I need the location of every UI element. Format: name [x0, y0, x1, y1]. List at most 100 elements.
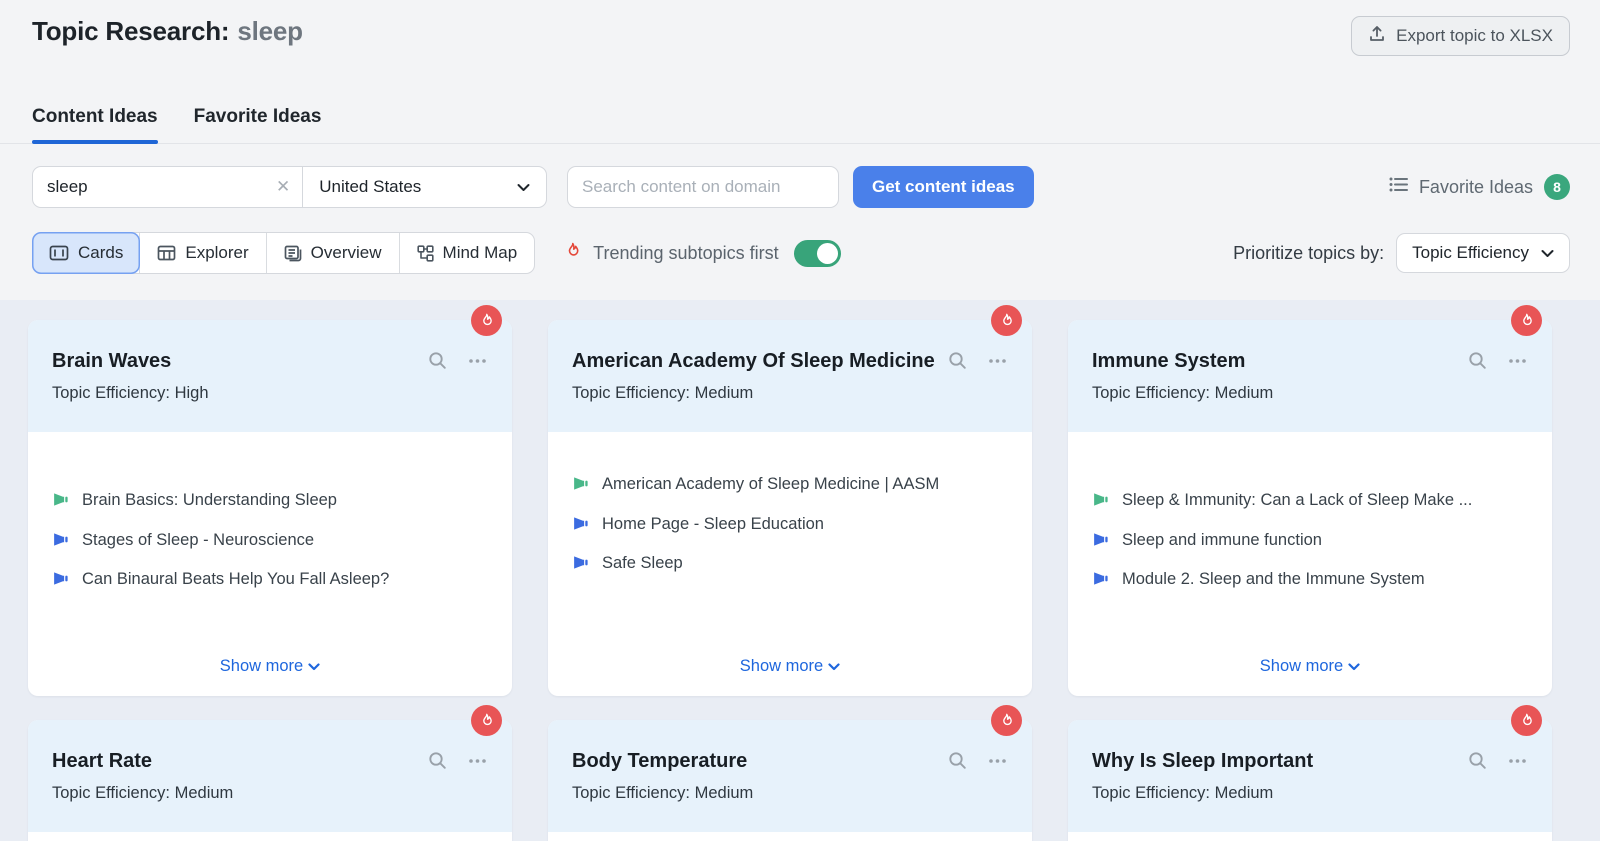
idea-item[interactable]: Sleep & Immunity: Can a Lack of Sleep Ma… [1092, 490, 1528, 511]
prioritize-control: Prioritize topics by: Topic Efficiency [1233, 233, 1570, 273]
topic-card-heart-rate: Heart Rate Topic Efficiency: Medium [28, 720, 512, 841]
card-title: Brain Waves [52, 347, 427, 375]
clear-icon[interactable]: ✕ [268, 177, 290, 197]
trending-flame-badge [991, 705, 1022, 736]
megaphone-icon [1092, 531, 1109, 548]
view-overview-label: Overview [311, 243, 382, 263]
idea-item[interactable]: Can Binaural Beats Help You Fall Asleep? [52, 569, 488, 590]
country-value: United States [319, 177, 421, 197]
card-header: Immune System Topic Efficiency: Medium [1068, 320, 1552, 432]
toggle-knob [817, 243, 838, 264]
search-icon[interactable] [1467, 350, 1488, 371]
export-label: Export topic to XLSX [1396, 26, 1553, 46]
card-body [1068, 832, 1552, 841]
search-row: ✕ United States Get content ideas Favori… [32, 166, 1570, 208]
list-icon [1389, 176, 1408, 198]
idea-item[interactable]: Stages of Sleep - Neuroscience [52, 530, 488, 551]
show-more-link[interactable]: Show more [220, 657, 320, 680]
idea-item[interactable]: American Academy of Sleep Medicine | AAS… [572, 474, 1008, 495]
topic-efficiency: Topic Efficiency: Medium [572, 384, 1008, 403]
idea-item[interactable]: Brain Basics: Understanding Sleep [52, 490, 488, 511]
topic-search-input[interactable] [47, 177, 268, 197]
idea-text: Brain Basics: Understanding Sleep [82, 490, 337, 511]
domain-input-wrap [567, 166, 839, 208]
trending-subtopics-control: Trending subtopics first [563, 240, 840, 267]
megaphone-icon [52, 570, 69, 587]
idea-item[interactable]: Module 2. Sleep and the Immune System [1092, 569, 1528, 590]
chevron-down-icon [308, 657, 320, 676]
view-explorer-button[interactable]: Explorer [139, 233, 265, 273]
idea-text: Sleep and immune function [1122, 530, 1322, 551]
tab-bar: Content Ideas Favorite Ideas [0, 106, 1600, 144]
card-body [28, 832, 512, 841]
card-title: Body Temperature [572, 747, 947, 775]
get-content-ideas-button[interactable]: Get content ideas [853, 166, 1034, 208]
prioritize-select[interactable]: Topic Efficiency [1396, 233, 1570, 273]
tab-favorite-ideas[interactable]: Favorite Ideas [194, 106, 322, 143]
tab-content-ideas[interactable]: Content Ideas [32, 106, 158, 143]
prioritize-value: Topic Efficiency [1412, 243, 1529, 263]
search-group: ✕ United States [32, 166, 547, 208]
trending-toggle[interactable] [794, 240, 841, 267]
view-cards-button[interactable]: Cards [32, 232, 140, 274]
idea-text: Safe Sleep [602, 553, 683, 574]
search-icon[interactable] [427, 350, 448, 371]
export-xlsx-button[interactable]: Export topic to XLSX [1351, 16, 1570, 56]
flame-icon [563, 241, 582, 265]
domain-search-input[interactable] [582, 177, 824, 197]
search-icon[interactable] [947, 350, 968, 371]
card-body: American Academy of Sleep Medicine | AAS… [548, 432, 1032, 696]
idea-item[interactable]: Safe Sleep [572, 553, 1008, 574]
idea-item[interactable]: Sleep and immune function [1092, 530, 1528, 551]
view-explorer-label: Explorer [185, 243, 248, 263]
card-title: Why Is Sleep Important [1092, 747, 1467, 775]
view-mindmap-label: Mind Map [443, 243, 518, 263]
idea-text: Can Binaural Beats Help You Fall Asleep? [82, 569, 389, 590]
topic-card-immune-system: Immune System Topic Efficiency: Medium [1068, 320, 1552, 696]
topic-efficiency: Topic Efficiency: Medium [572, 784, 1008, 803]
view-overview-button[interactable]: Overview [266, 233, 399, 273]
topic-card-brain-waves: Brain Waves Topic Efficiency: High [28, 320, 512, 696]
search-icon[interactable] [1467, 750, 1488, 771]
megaphone-icon [52, 531, 69, 548]
country-select[interactable]: United States [303, 167, 546, 207]
megaphone-icon [572, 515, 589, 532]
idea-text: American Academy of Sleep Medicine | AAS… [602, 474, 939, 495]
show-more-link[interactable]: Show more [1260, 657, 1360, 680]
trending-flame-badge [1511, 705, 1542, 736]
card-header: Heart Rate Topic Efficiency: Medium [28, 720, 512, 832]
trending-flame-badge [471, 705, 502, 736]
topic-efficiency: Topic Efficiency: High [52, 384, 488, 403]
more-menu-icon[interactable] [1507, 350, 1528, 371]
chevron-down-icon [828, 657, 840, 676]
more-menu-icon[interactable] [1507, 750, 1528, 771]
view-cards-label: Cards [78, 243, 123, 263]
topic-efficiency: Topic Efficiency: Medium [52, 784, 488, 803]
show-more-link[interactable]: Show more [740, 657, 840, 680]
search-icon[interactable] [947, 750, 968, 771]
more-menu-icon[interactable] [467, 350, 488, 371]
idea-text: Sleep & Immunity: Can a Lack of Sleep Ma… [1122, 490, 1472, 511]
more-menu-icon[interactable] [987, 750, 1008, 771]
card-title: Immune System [1092, 347, 1467, 375]
prioritize-label: Prioritize topics by: [1233, 243, 1384, 264]
view-switcher: Cards Explorer Overview [32, 232, 535, 274]
page-title-query: sleep [237, 16, 303, 46]
view-mindmap-button[interactable]: Mind Map [399, 233, 535, 273]
more-menu-icon[interactable] [987, 350, 1008, 371]
megaphone-icon [1092, 491, 1109, 508]
query-input-wrap: ✕ [33, 167, 303, 207]
idea-item[interactable]: Home Page - Sleep Education [572, 514, 1008, 535]
filters-panel: ✕ United States Get content ideas Favori… [0, 144, 1600, 300]
card-title: Heart Rate [52, 747, 427, 775]
page-title: Topic Research:sleep [32, 16, 303, 47]
overview-view-icon [284, 245, 302, 262]
favorite-ideas-link[interactable]: Favorite Ideas 8 [1389, 174, 1570, 200]
search-icon[interactable] [427, 750, 448, 771]
card-header: Why Is Sleep Important Topic Efficiency:… [1068, 720, 1552, 832]
explorer-view-icon [157, 245, 176, 261]
topbar: Topic Research:sleep Export topic to XLS… [0, 0, 1600, 56]
chevron-down-icon [517, 177, 530, 197]
more-menu-icon[interactable] [467, 750, 488, 771]
card-body: Sleep & Immunity: Can a Lack of Sleep Ma… [1068, 432, 1552, 696]
